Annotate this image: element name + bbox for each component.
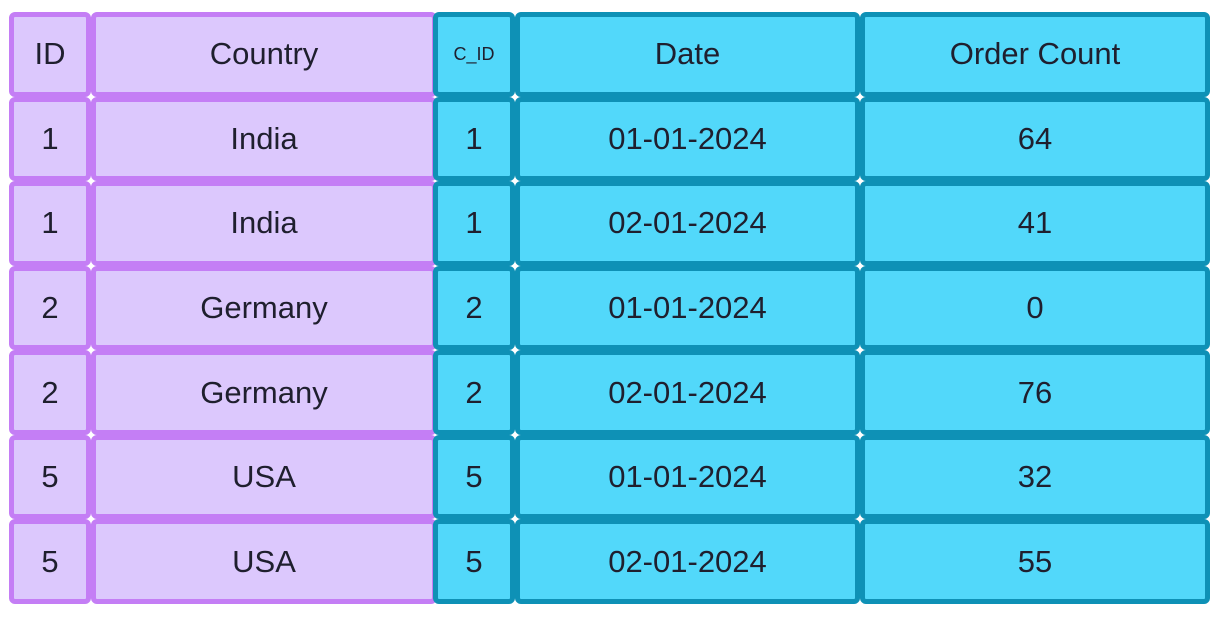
cell-order-count: 64 xyxy=(860,96,1210,182)
cell-order-count: 55 xyxy=(860,519,1210,604)
cell-c-id: 5 xyxy=(433,434,515,520)
cell-country: Germany xyxy=(91,350,437,435)
cell-id: 5 xyxy=(9,434,91,520)
cell-date: 01-01-2024 xyxy=(515,265,860,351)
cell-date: 02-01-2024 xyxy=(515,350,860,435)
cell-id: 2 xyxy=(9,265,91,351)
header-id: ID xyxy=(9,12,91,97)
cell-c-id: 2 xyxy=(433,265,515,351)
cell-c-id: 5 xyxy=(433,519,515,604)
cell-country: USA xyxy=(91,519,437,604)
cell-country: India xyxy=(91,96,437,182)
cell-order-count: 0 xyxy=(860,265,1210,351)
orders-table: C_ID Date Order Count 1 01-01-2024 64 1 … xyxy=(433,12,1210,604)
header-country: Country xyxy=(91,12,437,97)
cell-id: 5 xyxy=(9,519,91,604)
cell-c-id: 1 xyxy=(433,96,515,182)
cell-date: 02-01-2024 xyxy=(515,519,860,604)
cell-date: 01-01-2024 xyxy=(515,96,860,182)
countries-table: ID Country 1 India 1 India 2 Germany 2 G… xyxy=(9,12,437,604)
cell-id: 2 xyxy=(9,350,91,435)
cell-date: 01-01-2024 xyxy=(515,434,860,520)
cell-order-count: 41 xyxy=(860,181,1210,266)
cell-country: India xyxy=(91,181,437,266)
cell-country: USA xyxy=(91,434,437,520)
cell-date: 02-01-2024 xyxy=(515,181,860,266)
header-order-count: Order Count xyxy=(860,12,1210,97)
header-date: Date xyxy=(515,12,860,97)
cell-country: Germany xyxy=(91,265,437,351)
cell-id: 1 xyxy=(9,96,91,182)
cell-order-count: 32 xyxy=(860,434,1210,520)
cell-c-id: 2 xyxy=(433,350,515,435)
cell-id: 1 xyxy=(9,181,91,266)
cell-c-id: 1 xyxy=(433,181,515,266)
header-c-id: C_ID xyxy=(433,12,515,97)
cell-order-count: 76 xyxy=(860,350,1210,435)
